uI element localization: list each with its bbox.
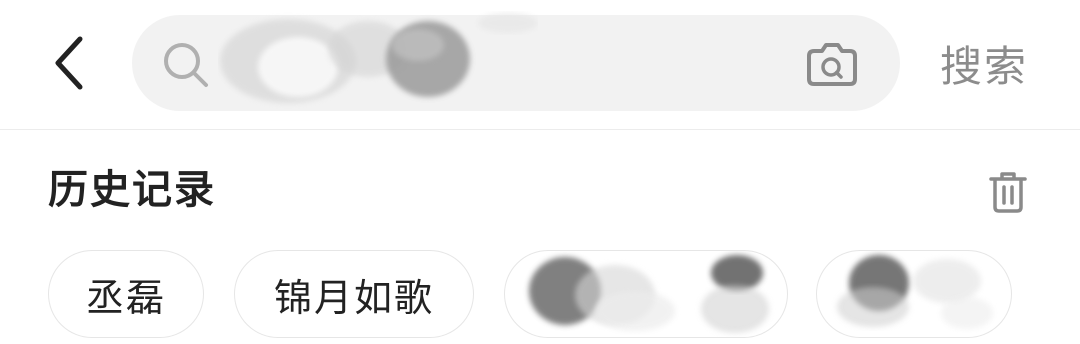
clear-history-button[interactable] xyxy=(980,166,1036,218)
search-input[interactable] xyxy=(220,29,780,97)
history-chip[interactable]: 锦月如歌 xyxy=(234,250,474,338)
camera-icon xyxy=(807,43,857,86)
search-box[interactable] xyxy=(132,13,900,111)
history-chip[interactable] xyxy=(816,250,1012,338)
redacted-chip-label xyxy=(529,255,769,333)
redacted-chip-label xyxy=(837,255,993,329)
history-title: 历史记录 xyxy=(48,167,216,213)
search-icon xyxy=(164,43,208,87)
search-submit-button[interactable]: 搜索 xyxy=(924,26,1044,100)
trash-icon xyxy=(989,172,1027,213)
search-header: 搜索 xyxy=(0,0,1080,130)
history-chip-label: 锦月如歌 xyxy=(273,275,434,320)
history-list: 丞磊 锦月如歌 xyxy=(0,250,1080,344)
search-page: 搜索 历史记录 丞磊 锦月如歌 xyxy=(0,0,1080,344)
chevron-left-icon xyxy=(55,36,83,90)
history-chip[interactable] xyxy=(504,250,788,338)
history-chip[interactable]: 丞磊 xyxy=(48,250,204,338)
camera-search-button[interactable] xyxy=(804,39,860,89)
history-chip-label: 丞磊 xyxy=(85,275,166,320)
back-button[interactable] xyxy=(38,24,102,102)
